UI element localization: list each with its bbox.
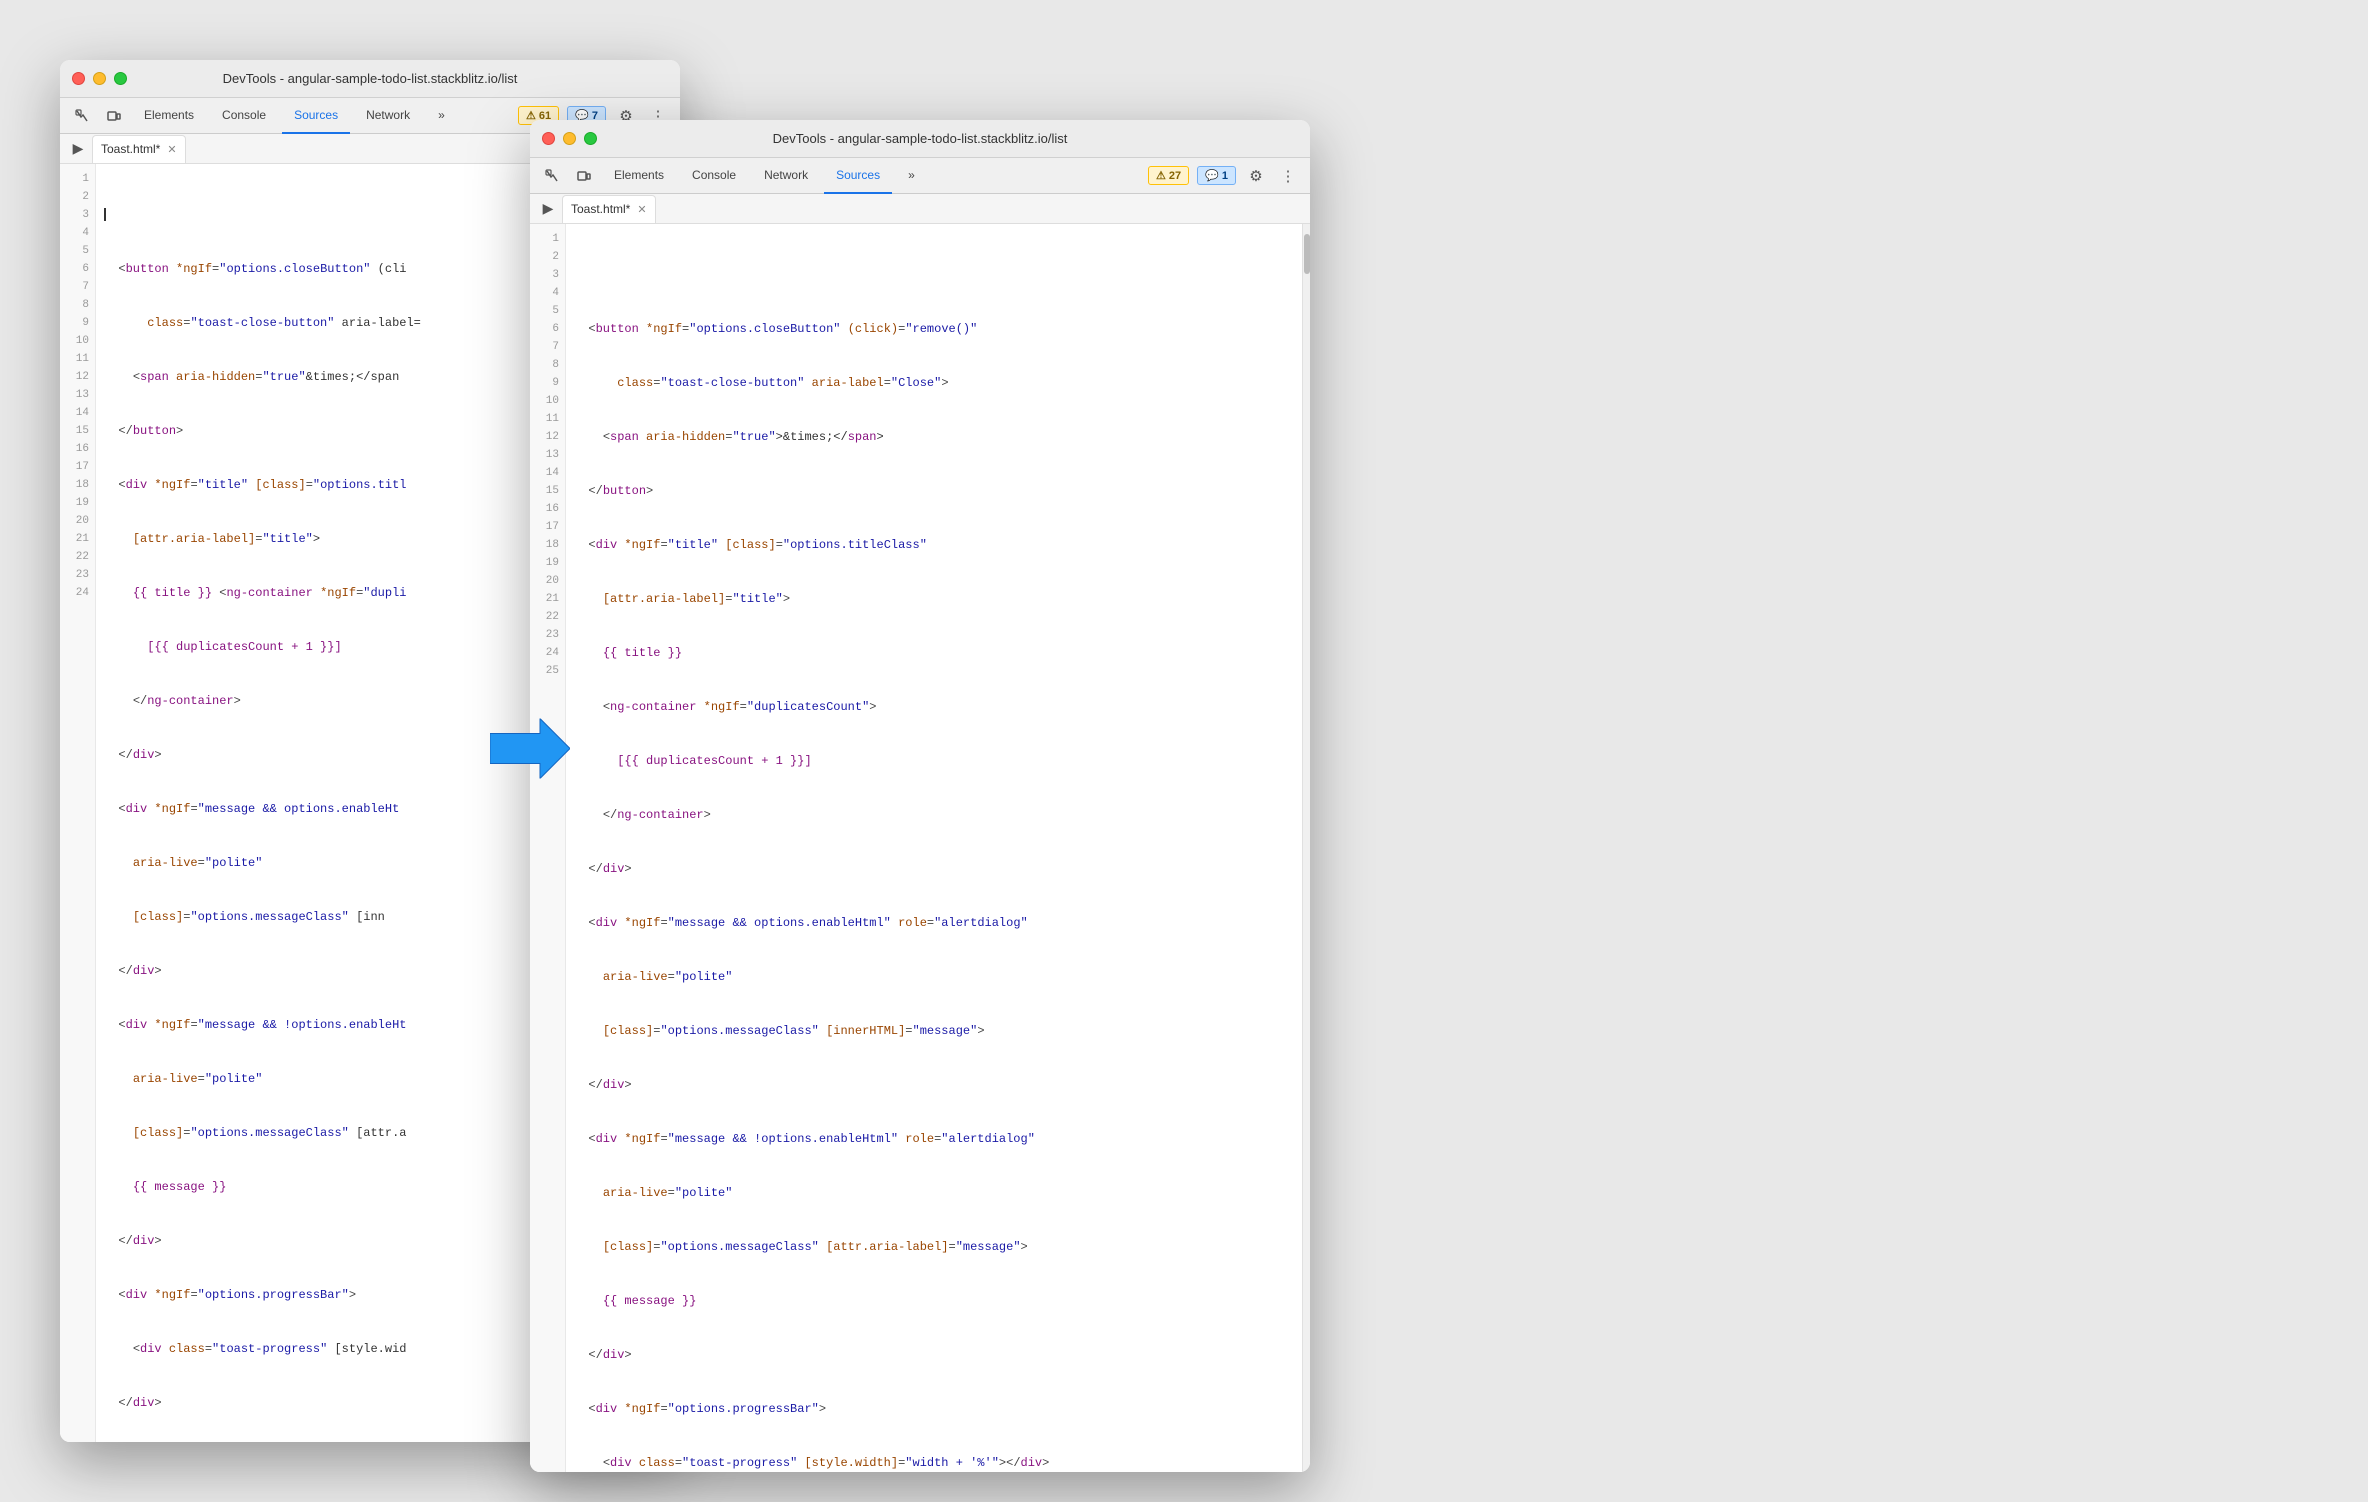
inspector-icon-front[interactable] [538,162,566,190]
titlebar-back: DevTools - angular-sample-todo-list.stac… [60,60,680,98]
tab-sources-front[interactable]: Sources [824,158,892,194]
info-badge-front[interactable]: 💬 1 [1197,166,1236,185]
minimize-button-back[interactable] [93,72,106,85]
file-tab-close-back[interactable]: ✕ [167,143,176,156]
maximize-button-back[interactable] [114,72,127,85]
close-button-front[interactable] [542,132,555,145]
traffic-lights-front[interactable] [542,132,597,145]
settings-icon-front[interactable]: ⚙ [1242,162,1270,190]
file-tab-bar-front: ▶ Toast.html* ✕ [530,194,1310,224]
tab-console-front[interactable]: Console [680,158,748,194]
code-editor-front: 12345 678910 1112131415 1617181920 21222… [530,224,1310,1472]
play-icon-front[interactable]: ▶ [538,199,558,219]
file-tab-close-front[interactable]: ✕ [637,203,646,216]
file-tab-label-front: Toast.html* [571,202,630,216]
tab-console-back[interactable]: Console [210,98,278,134]
inspector-icon[interactable] [68,102,96,130]
traffic-lights-back[interactable] [72,72,127,85]
line-numbers-front: 12345 678910 1112131415 1617181920 21222… [530,224,566,1472]
more-icon-front[interactable]: ⋮ [1274,162,1302,190]
line-numbers-back: 12345 678910 1112131415 1617181920 21222… [60,164,96,1442]
tab-elements-front[interactable]: Elements [602,158,676,194]
tab-elements-back[interactable]: Elements [132,98,206,134]
arrow [490,719,570,784]
scrollbar-front[interactable] [1302,224,1310,1472]
file-tab-label-back: Toast.html* [101,142,160,156]
warn-badge-front[interactable]: ⚠ 27 [1148,166,1189,185]
tab-more-front[interactable]: » [896,158,927,194]
minimize-button-front[interactable] [563,132,576,145]
device-icon-front[interactable] [570,162,598,190]
maximize-button-front[interactable] [584,132,597,145]
close-button-back[interactable] [72,72,85,85]
window-title-back: DevTools - angular-sample-todo-list.stac… [223,71,518,86]
titlebar-front: DevTools - angular-sample-todo-list.stac… [530,120,1310,158]
tab-sources-back[interactable]: Sources [282,98,350,134]
window-title-front: DevTools - angular-sample-todo-list.stac… [773,131,1068,146]
tab-more-back[interactable]: » [426,98,457,134]
tab-network-front[interactable]: Network [752,158,820,194]
file-tab-toast-back[interactable]: Toast.html* ✕ [92,135,186,163]
scrollbar-thumb-front[interactable] [1304,234,1310,274]
code-panel-front: 12345 678910 1112131415 1617181920 21222… [530,224,1310,1472]
code-text-front: <button *ngIf="options.closeButton" (cli… [566,224,1302,1472]
devtools-window-front: DevTools - angular-sample-todo-list.stac… [530,120,1310,1472]
play-icon-back[interactable]: ▶ [68,139,88,159]
file-tab-toast-front[interactable]: Toast.html* ✕ [562,195,656,223]
tab-network-back[interactable]: Network [354,98,422,134]
devtools-toolbar-front: Elements Console Network Sources » ⚠ 27 … [530,158,1310,194]
device-icon[interactable] [100,102,128,130]
